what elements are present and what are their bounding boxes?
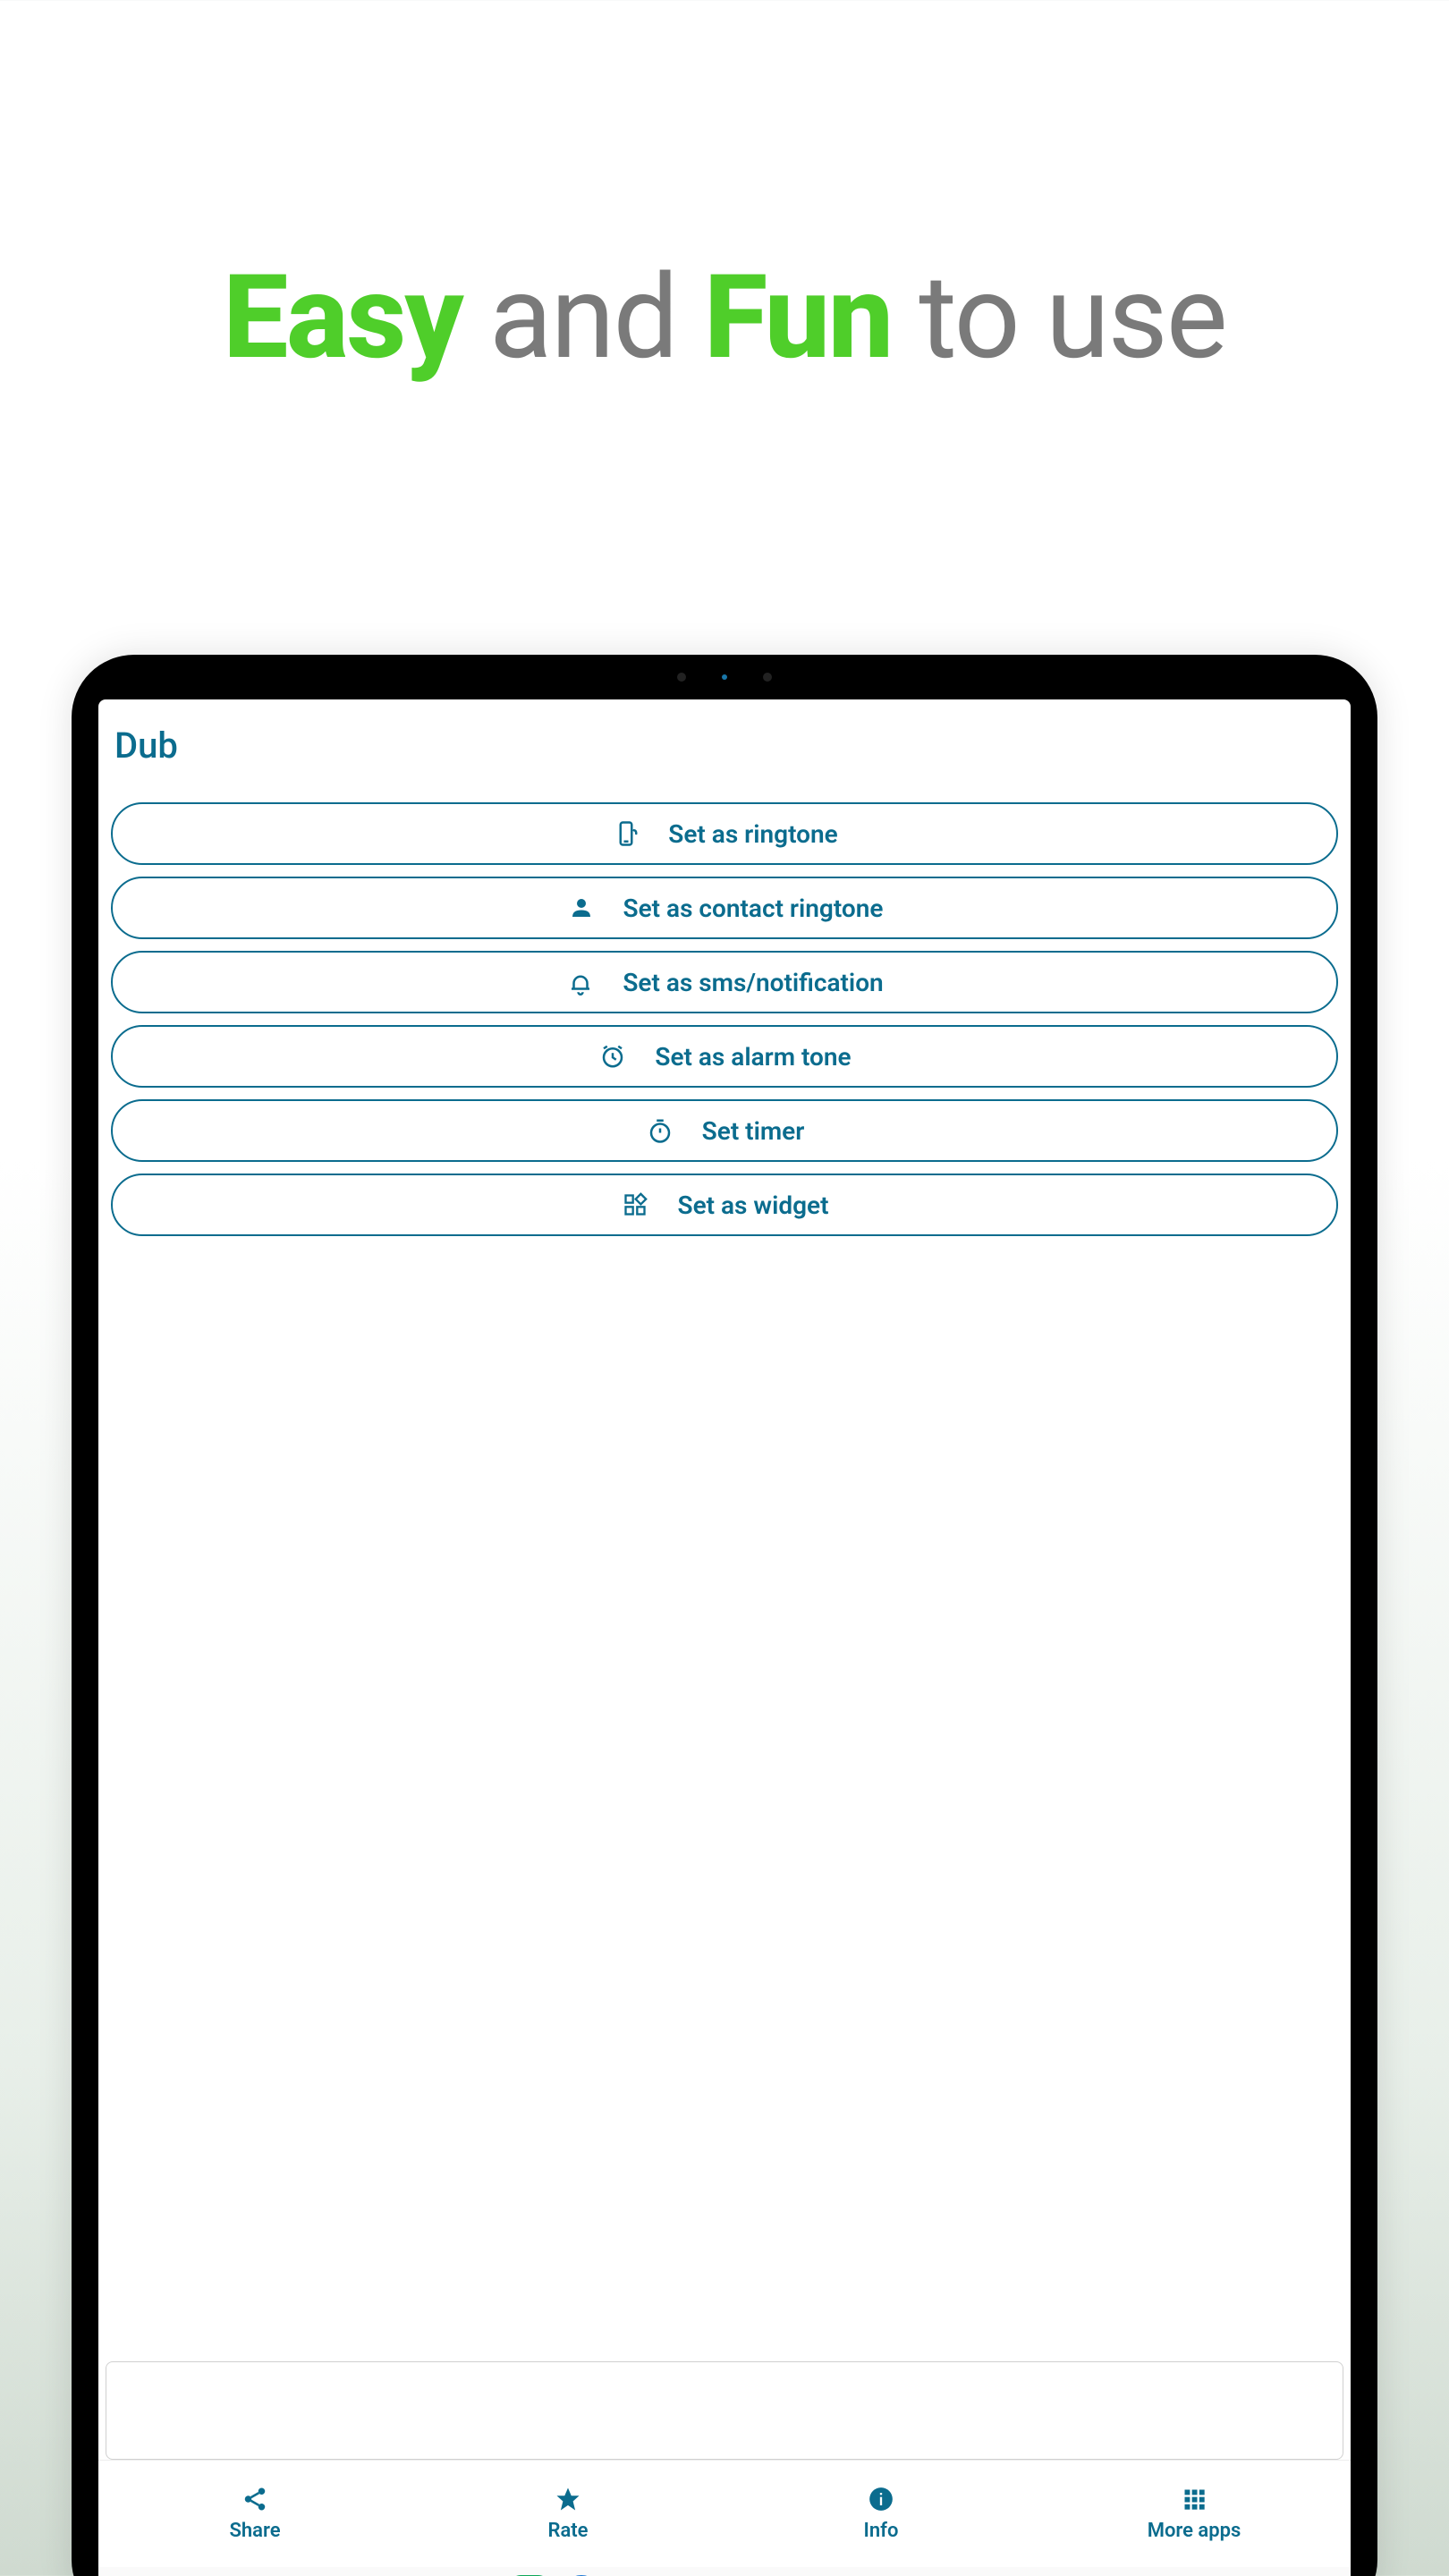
headline-word-and: and xyxy=(462,249,704,386)
action-list: Set as ringtone Set as contact ringtone xyxy=(98,802,1351,1236)
person-icon xyxy=(566,893,597,923)
set-contact-ringtone-button[interactable]: Set as contact ringtone xyxy=(111,877,1338,939)
nav-share[interactable]: Share xyxy=(98,2461,411,2567)
star-icon xyxy=(555,2486,581,2512)
headline-word-easy: Easy xyxy=(223,249,462,386)
widget-icon xyxy=(620,1190,650,1220)
nav-label: Info xyxy=(864,2520,899,2542)
action-label: Set as sms/notification xyxy=(623,968,883,997)
headline-word-fun: Fun xyxy=(704,249,892,386)
set-widget-button[interactable]: Set as widget xyxy=(111,1174,1338,1236)
tablet-frame: Dub Set as ringtone xyxy=(72,655,1377,2576)
action-label: Set as contact ringtone xyxy=(623,894,884,923)
action-label: Set as ringtone xyxy=(668,819,837,849)
timer-icon xyxy=(645,1115,675,1146)
page-title: Dub xyxy=(98,699,1351,802)
promo-headline: Easy and Fun to use xyxy=(0,259,1449,376)
bottom-nav: Share Rate Info xyxy=(98,2460,1351,2567)
nav-info[interactable]: Info xyxy=(724,2461,1038,2567)
phone-ring-icon xyxy=(611,818,641,849)
ad-placeholder xyxy=(106,2361,1343,2460)
set-timer-button[interactable]: Set timer xyxy=(111,1099,1338,1162)
nav-label: More apps xyxy=(1148,2520,1241,2542)
alarm-icon xyxy=(597,1041,628,1072)
spacer xyxy=(98,1236,1351,2361)
nav-label: Share xyxy=(229,2520,280,2542)
share-icon xyxy=(242,2486,268,2512)
set-sms-notification-button[interactable]: Set as sms/notification xyxy=(111,951,1338,1013)
screen: Dub Set as ringtone xyxy=(98,699,1351,2576)
bell-icon xyxy=(565,967,596,997)
system-nav-bar xyxy=(98,2567,1351,2576)
set-alarm-tone-button[interactable]: Set as alarm tone xyxy=(111,1025,1338,1088)
nav-label: Rate xyxy=(547,2520,588,2542)
nav-more-apps[interactable]: More apps xyxy=(1038,2461,1351,2567)
nav-rate[interactable]: Rate xyxy=(411,2461,724,2567)
set-ringtone-button[interactable]: Set as ringtone xyxy=(111,802,1338,865)
headline-word-touse: to use xyxy=(892,249,1226,386)
action-label: Set as widget xyxy=(677,1191,828,1220)
info-icon xyxy=(868,2486,894,2512)
camera-bar xyxy=(617,673,832,682)
action-label: Set timer xyxy=(702,1116,805,1146)
apps-grid-icon xyxy=(1181,2486,1208,2512)
action-label: Set as alarm tone xyxy=(655,1042,851,1072)
